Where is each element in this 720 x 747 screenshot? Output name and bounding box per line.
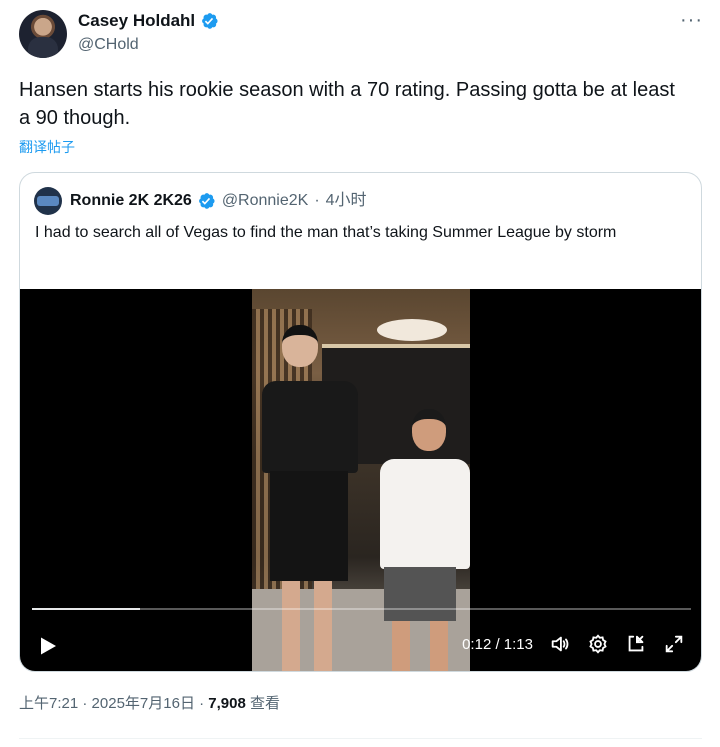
volume-icon[interactable] <box>549 633 571 655</box>
verified-badge-icon <box>202 13 218 29</box>
tweet-meta: 上午7:21 · 2025年7月16日 · 7,908 查看 <box>19 694 280 714</box>
verified-badge-icon <box>198 193 215 209</box>
author-handle[interactable]: @CHold <box>78 35 139 55</box>
more-icon[interactable]: ··· <box>680 10 703 30</box>
divider <box>19 738 702 739</box>
author-name-row[interactable]: Casey Holdahl <box>78 10 219 32</box>
video-player[interactable]: 0:12 / 1:13 <box>20 289 701 671</box>
views-label: 查看 <box>250 695 281 712</box>
quoted-author-row: Ronnie 2K 2K26 @Ronnie2K · 4小时 <box>70 190 367 212</box>
meta-separator: · <box>78 695 92 712</box>
quoted-time[interactable]: 4小时 <box>326 190 367 212</box>
post-date[interactable]: 2025年7月16日 <box>92 695 195 712</box>
translate-link[interactable]: 翻译帖子 <box>19 138 75 156</box>
post-time[interactable]: 上午7:21 <box>19 695 78 712</box>
picture-in-picture-icon[interactable] <box>625 633 647 655</box>
gear-icon[interactable] <box>587 633 609 655</box>
meta-separator: · <box>314 192 320 209</box>
video-progress-fill <box>32 608 141 610</box>
expand-icon[interactable] <box>663 633 685 655</box>
author-name[interactable]: Casey Holdahl <box>78 10 195 32</box>
views-count: 7,908 <box>208 695 246 712</box>
video-progress-bar[interactable] <box>32 608 691 610</box>
author-avatar[interactable] <box>19 10 67 58</box>
video-controls: 0:12 / 1:13 <box>462 633 685 655</box>
meta-separator: · <box>194 695 209 712</box>
video-time: 0:12 / 1:13 <box>462 635 533 653</box>
play-icon[interactable] <box>36 634 60 658</box>
quoted-tweet-text: I had to search all of Vegas to find the… <box>35 224 617 241</box>
quoted-author-handle[interactable]: @Ronnie2K <box>222 190 309 212</box>
video-frame <box>252 289 470 671</box>
quoted-author-avatar[interactable] <box>34 187 62 215</box>
tweet-text: Hansen starts his rookie season with a 7… <box>19 79 675 129</box>
quoted-author-name[interactable]: Ronnie 2K 2K26 <box>70 190 192 212</box>
quoted-tweet-card[interactable]: Ronnie 2K 2K26 @Ronnie2K · 4小时 I had to … <box>19 172 702 672</box>
